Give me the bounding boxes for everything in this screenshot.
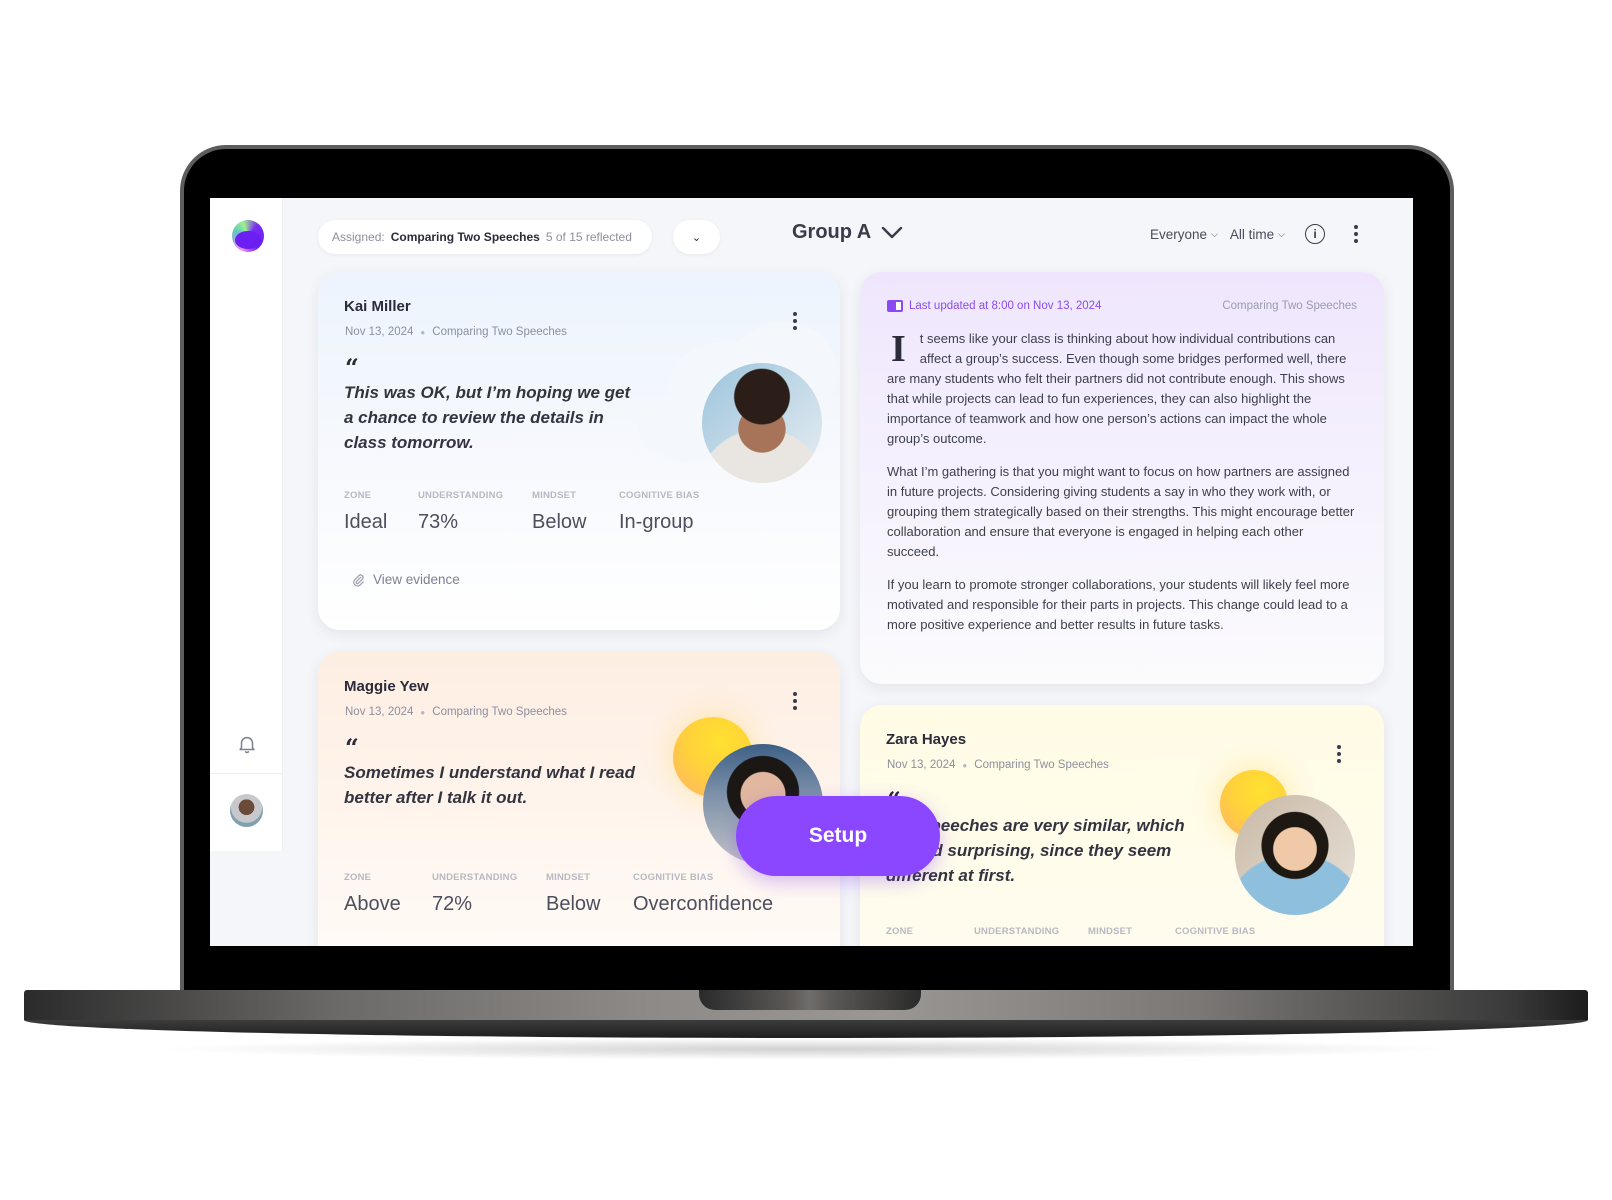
metric-understanding: Understanding 73% — [418, 490, 504, 533]
summary-paragraph: It seems like your class is thinking abo… — [887, 328, 1347, 446]
book-icon — [887, 300, 903, 312]
info-icon[interactable]: i — [1305, 224, 1325, 244]
student-quote: Sometimes I understand what I read bette… — [344, 763, 635, 807]
summary-header: Last updated at 8:00 on Nov 13, 2024 Com… — [887, 300, 1357, 312]
metric-understanding: Understanding — [974, 926, 1060, 937]
last-updated-text: Last updated at 8:00 on Nov 13, 2024 — [909, 300, 1102, 312]
sidebar-divider — [210, 773, 283, 774]
more-options-icon[interactable] — [788, 692, 802, 710]
app-logo[interactable] — [232, 220, 264, 252]
metric-cognitive-bias: Cognitive Bias In-group — [619, 490, 700, 533]
audience-filter-label: Everyone — [1150, 226, 1208, 242]
group-title: Group A — [792, 221, 872, 243]
metrics-row: Zone Understanding Mindset Cognitive Bia… — [886, 926, 1255, 937]
metric-understanding: Understanding 72% — [432, 872, 518, 915]
metric-zone: Zone Above — [344, 872, 401, 915]
quote-icon: “ — [345, 733, 359, 762]
card-date: Nov 13, 2024 — [887, 759, 956, 771]
group-selector[interactable]: Group A — [792, 221, 903, 244]
paperclip-icon — [353, 573, 364, 587]
class-summary-card: Last updated at 8:00 on Nov 13, 2024 Com… — [860, 272, 1384, 684]
assignment-dropdown-button[interactable]: ⌄ — [673, 220, 720, 254]
chevron-down-icon: ⌵ — [1211, 228, 1218, 239]
card-date: Nov 13, 2024 — [345, 706, 414, 718]
metric-mindset: Mindset — [1088, 926, 1133, 937]
time-filter[interactable]: All time ⌵ — [1230, 227, 1285, 242]
metric-mindset: Mindset Below — [546, 872, 601, 915]
metrics-row: Zone Above Understanding 72% Mindset Below … — [344, 872, 773, 916]
assignment-selector[interactable]: Assigned: Comparing Two Speeches 5 of 15… — [318, 220, 652, 254]
filters: Everyone ⌵ All time ⌵ i — [1150, 224, 1363, 244]
card-topic: Comparing Two Speeches — [432, 326, 567, 338]
card-topic: Comparing Two Speeches — [432, 706, 567, 718]
bell-icon[interactable] — [236, 733, 258, 755]
metric-mindset: Mindset Below — [532, 490, 587, 533]
card-date: Nov 13, 2024 — [345, 326, 414, 338]
metrics-row: Zone Ideal Understanding 73% Mindset Below … — [344, 490, 699, 534]
summary-body: It seems like your class is thinking abo… — [887, 329, 1357, 648]
assignment-name: Comparing Two Speeches — [390, 230, 540, 244]
user-avatar[interactable] — [230, 794, 263, 827]
student-name: Zara Hayes — [886, 731, 967, 748]
setup-button[interactable]: Setup — [736, 796, 940, 876]
view-evidence-label: View evidence — [373, 572, 460, 587]
summary-paragraph: What I’m gathering is that you might wan… — [887, 464, 1355, 559]
view-evidence-link[interactable]: View evidence — [351, 572, 460, 587]
card-meta: Nov 13, 2024 ● Comparing Two Speeches — [887, 759, 1109, 771]
app-screen: Assigned: Comparing Two Speeches 5 of 15… — [210, 198, 1413, 946]
reflected-count: 5 of 15 reflected — [545, 230, 632, 244]
quote-icon: “ — [345, 353, 359, 382]
separator-dot: ● — [962, 760, 968, 770]
student-avatar — [702, 363, 822, 483]
student-avatar — [1235, 795, 1355, 915]
laptop-shadow — [150, 1038, 1460, 1060]
chevron-down-icon: ⌵ — [1278, 228, 1285, 239]
more-options-icon[interactable] — [788, 312, 802, 330]
metric-cognitive-bias: Cognitive Bias — [1175, 926, 1256, 937]
summary-topic: Comparing Two Speeches — [1222, 300, 1357, 312]
time-filter-label: All time — [1229, 226, 1275, 242]
student-name: Kai Miller — [344, 298, 411, 315]
summary-paragraph: If you learn to promote stronger collabo… — [887, 577, 1350, 632]
card-topic: Comparing Two Speeches — [974, 759, 1109, 771]
card-meta: Nov 13, 2024 ● Comparing Two Speeches — [345, 706, 567, 718]
assigned-label: Assigned: — [332, 230, 385, 244]
more-options-icon[interactable] — [1349, 225, 1363, 243]
info-glyph: i — [1313, 227, 1317, 241]
laptop-notch — [699, 990, 921, 1010]
student-quote: This was OK, but I’m hoping we get a cha… — [344, 383, 631, 452]
laptop-base-lower — [24, 1020, 1588, 1038]
separator-dot: ● — [420, 707, 426, 717]
chevron-down-icon: ⌄ — [691, 231, 702, 244]
drop-cap: I — [891, 328, 906, 370]
card-meta: Nov 13, 2024 ● Comparing Two Speeches — [345, 326, 567, 338]
chevron-down-icon — [882, 226, 903, 238]
metric-zone: Zone — [886, 926, 914, 937]
reflection-card[interactable]: Kai Miller Nov 13, 2024 ● Comparing Two … — [318, 272, 840, 630]
metric-zone: Zone Ideal — [344, 490, 388, 533]
metric-cognitive-bias: Cognitive Bias Overconfidence — [633, 872, 774, 915]
last-updated: Last updated at 8:00 on Nov 13, 2024 — [887, 300, 1101, 312]
sidebar — [210, 198, 283, 851]
student-name: Maggie Yew — [344, 678, 429, 695]
audience-filter[interactable]: Everyone ⌵ — [1150, 227, 1218, 242]
separator-dot: ● — [420, 327, 426, 337]
more-options-icon[interactable] — [1332, 745, 1346, 763]
